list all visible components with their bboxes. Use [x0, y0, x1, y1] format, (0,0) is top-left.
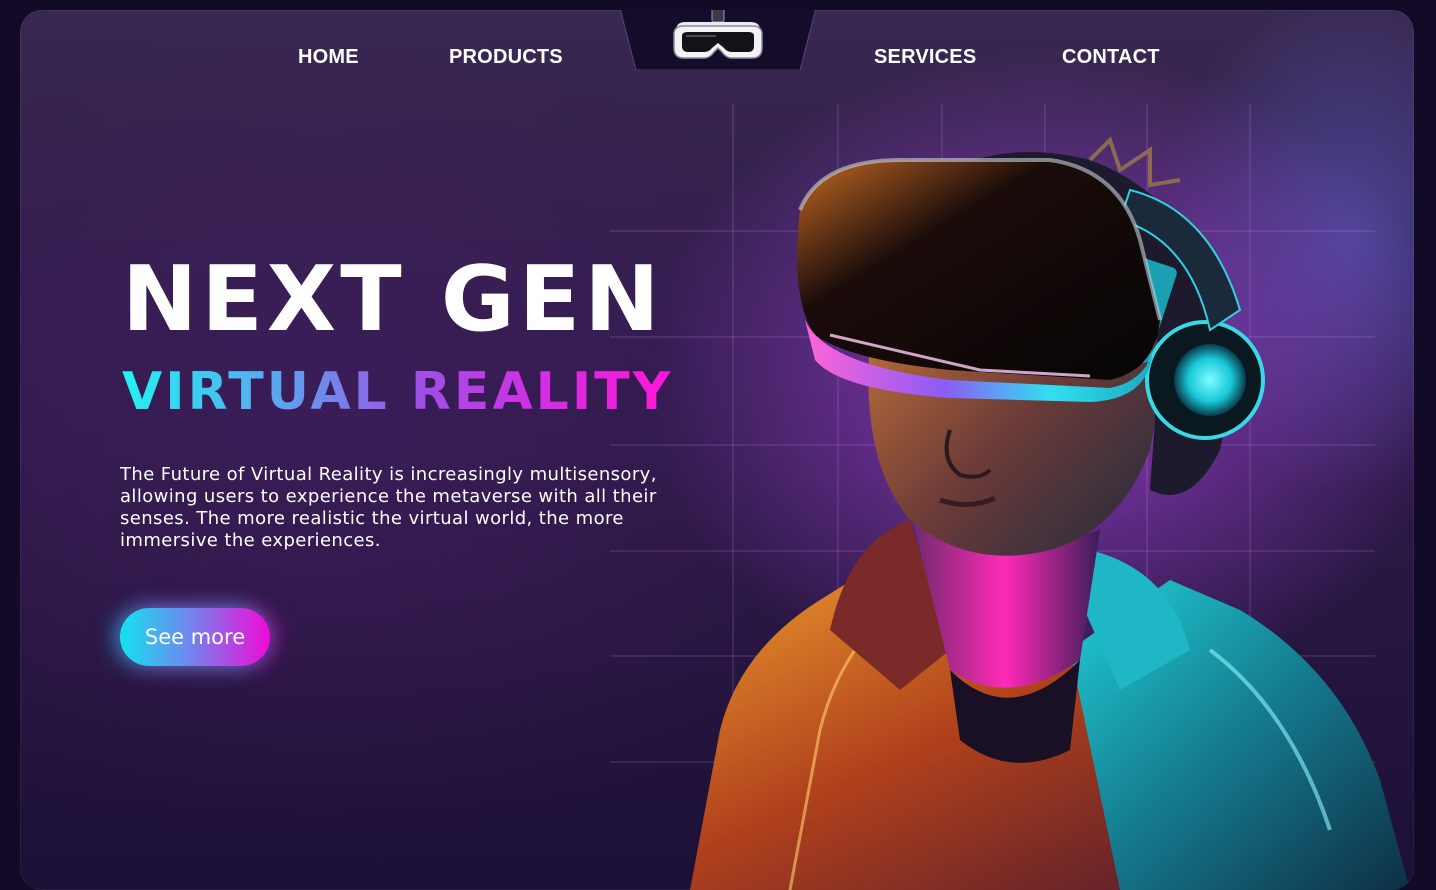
hero-description: The Future of Virtual Reality is increas… [120, 464, 657, 551]
landing-page: HOME PRODUCTS SERVICES CONTACT NEXT GEN … [20, 10, 1414, 890]
see-more-button[interactable]: See more [120, 608, 270, 666]
nav-contact-link[interactable]: CONTACT [1062, 46, 1160, 69]
vr-headset-icon[interactable] [670, 10, 766, 66]
nav-home-link[interactable]: HOME [298, 46, 359, 69]
hero-subtitle: VIRTUAL REALITY [122, 362, 674, 422]
hero-title: NEXT GEN [122, 247, 664, 352]
vr-person-illustration [690, 136, 1410, 890]
nav-services-link[interactable]: SERVICES [874, 46, 976, 69]
nav-products-link[interactable]: PRODUCTS [449, 46, 563, 69]
